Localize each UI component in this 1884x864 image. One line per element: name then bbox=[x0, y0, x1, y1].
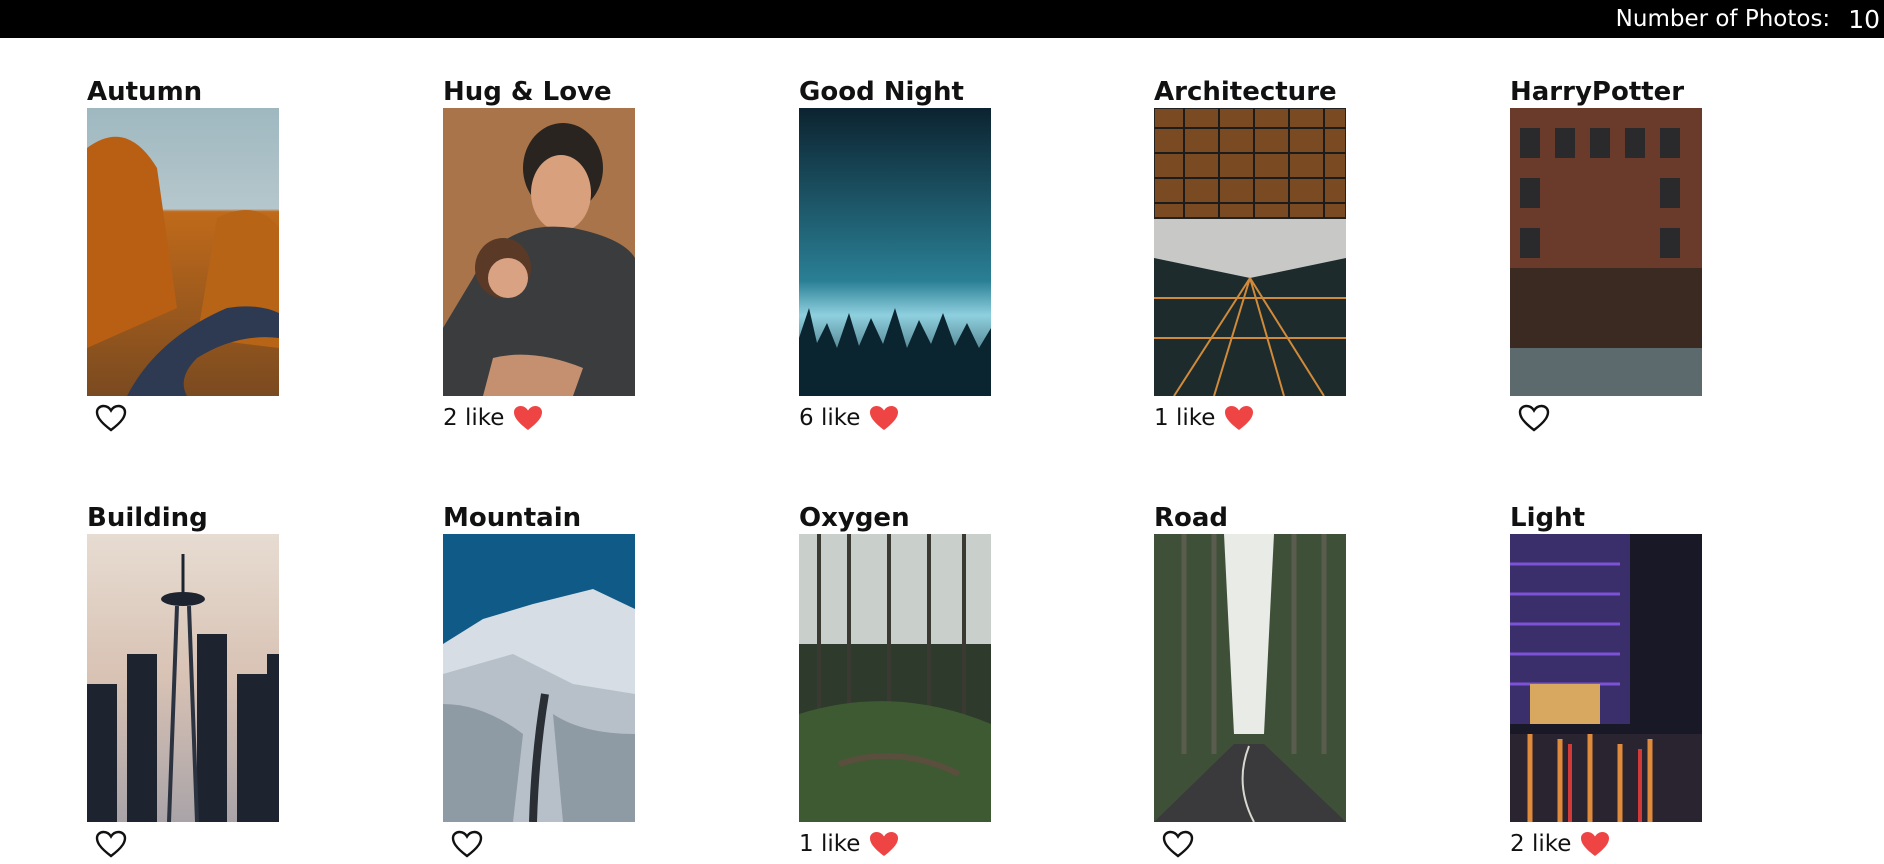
like-row: 6 like bbox=[799, 398, 999, 438]
heart-outline-icon[interactable] bbox=[95, 404, 127, 432]
photo-title: Light bbox=[1510, 503, 1586, 533]
photo-image[interactable] bbox=[443, 108, 635, 396]
photo-image[interactable] bbox=[87, 534, 279, 822]
photo-count-label: Number of Photos: bbox=[1615, 6, 1831, 32]
heart-filled-icon[interactable] bbox=[868, 404, 900, 432]
heart-outline-icon[interactable] bbox=[95, 830, 127, 858]
photo-card: Light 2 like bbox=[1510, 502, 1710, 864]
like-count: 6 like bbox=[799, 405, 861, 431]
like-row: 1 like bbox=[799, 824, 999, 864]
like-row: 2 like bbox=[1510, 824, 1710, 864]
photo-card: Good Night 6 like bbox=[799, 76, 999, 438]
heart-filled-icon[interactable] bbox=[512, 404, 544, 432]
photo-image[interactable] bbox=[1510, 534, 1702, 822]
photo-card: Building bbox=[87, 502, 287, 864]
heart-filled-icon[interactable] bbox=[868, 830, 900, 858]
photo-card: Mountain bbox=[443, 502, 643, 864]
like-row bbox=[1154, 824, 1354, 864]
heart-outline-icon[interactable] bbox=[451, 830, 483, 858]
photo-title: Road bbox=[1154, 503, 1229, 533]
photo-image[interactable] bbox=[443, 534, 635, 822]
top-bar: Number of Photos: 10 bbox=[0, 0, 1884, 38]
photo-title: HarryPotter bbox=[1510, 77, 1685, 107]
photo-image[interactable] bbox=[799, 108, 991, 396]
photo-title: Building bbox=[87, 503, 208, 533]
like-count: 1 like bbox=[1154, 405, 1216, 431]
photo-title: Oxygen bbox=[799, 503, 910, 533]
like-row: 1 like bbox=[1154, 398, 1354, 438]
photo-image[interactable] bbox=[1154, 108, 1346, 396]
heart-outline-icon[interactable] bbox=[1518, 404, 1550, 432]
like-count: 2 like bbox=[1510, 831, 1572, 857]
photo-card: Oxygen 1 like bbox=[799, 502, 999, 864]
like-row bbox=[1510, 398, 1710, 438]
photo-title: Good Night bbox=[799, 77, 964, 107]
photo-image[interactable] bbox=[799, 534, 991, 822]
photo-title: Autumn bbox=[87, 77, 203, 107]
photo-card: Road bbox=[1154, 502, 1354, 864]
like-row: 2 like bbox=[443, 398, 643, 438]
photo-card: Hug & Love 2 like bbox=[443, 76, 643, 438]
photo-card: Autumn bbox=[87, 76, 287, 438]
heart-outline-icon[interactable] bbox=[1162, 830, 1194, 858]
heart-filled-icon[interactable] bbox=[1579, 830, 1611, 858]
photo-image[interactable] bbox=[1154, 534, 1346, 822]
like-row bbox=[87, 398, 287, 438]
photo-card: Architecture 1 like bbox=[1154, 76, 1354, 438]
like-count: 1 like bbox=[799, 831, 861, 857]
photo-title: Hug & Love bbox=[443, 77, 612, 107]
photo-title: Mountain bbox=[443, 503, 582, 533]
photo-count-value: 10 bbox=[1848, 4, 1880, 34]
heart-filled-icon[interactable] bbox=[1223, 404, 1255, 432]
photo-title: Architecture bbox=[1154, 77, 1337, 107]
like-count: 2 like bbox=[443, 405, 505, 431]
like-row bbox=[87, 824, 287, 864]
photo-image[interactable] bbox=[87, 108, 279, 396]
like-row bbox=[443, 824, 643, 864]
photo-image[interactable] bbox=[1510, 108, 1702, 396]
photo-card: HarryPotter bbox=[1510, 76, 1710, 438]
